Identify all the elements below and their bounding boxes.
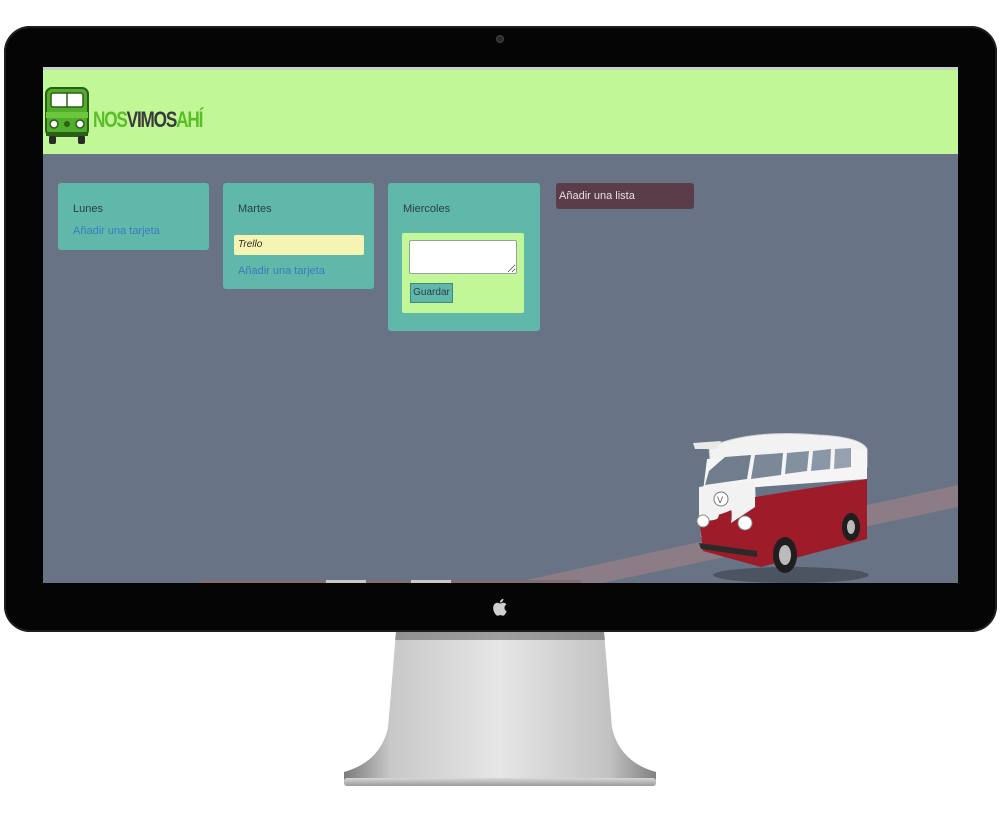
svg-text:V: V [717, 496, 724, 506]
vw-bus-icon: V [693, 433, 869, 583]
brand-wordmark[interactable]: NOSVIMOSAHÍ [93, 107, 203, 137]
add-card-link[interactable]: Añadir una tarjeta [73, 225, 160, 237]
card-trello[interactable]: Trello [234, 235, 364, 255]
monitor-stand [344, 632, 656, 786]
save-button[interactable]: Guardar [410, 283, 453, 303]
list-martes: Martes Trello Añadir una tarjeta [223, 183, 374, 289]
brand-word-2: VIMOS [126, 107, 178, 132]
new-card-input[interactable] [409, 240, 517, 274]
list-title: Miercoles [403, 203, 451, 215]
add-card-link[interactable]: Añadir una tarjeta [238, 265, 325, 277]
list-title: Martes [238, 203, 272, 215]
card-composer: Guardar [402, 233, 524, 313]
app-header: NOSVIMOSAHÍ [43, 67, 958, 154]
list-title: Lunes [73, 203, 103, 215]
app-screen: NOSVIMOSAHÍ Lunes Añadir una tarjeta Mar… [43, 67, 958, 583]
van-logo-icon[interactable] [43, 82, 93, 148]
add-list-button[interactable]: Añadir una lista [556, 183, 694, 209]
camera-icon [497, 36, 503, 42]
list-lunes: Lunes Añadir una tarjeta [58, 183, 209, 250]
apple-logo-icon [493, 598, 507, 616]
brand-word-3: AHÍ [176, 107, 203, 132]
list-miercoles: Miercoles Guardar [388, 183, 540, 331]
brand-word-1: NOS [93, 107, 128, 132]
taskbar-strip [201, 580, 581, 583]
